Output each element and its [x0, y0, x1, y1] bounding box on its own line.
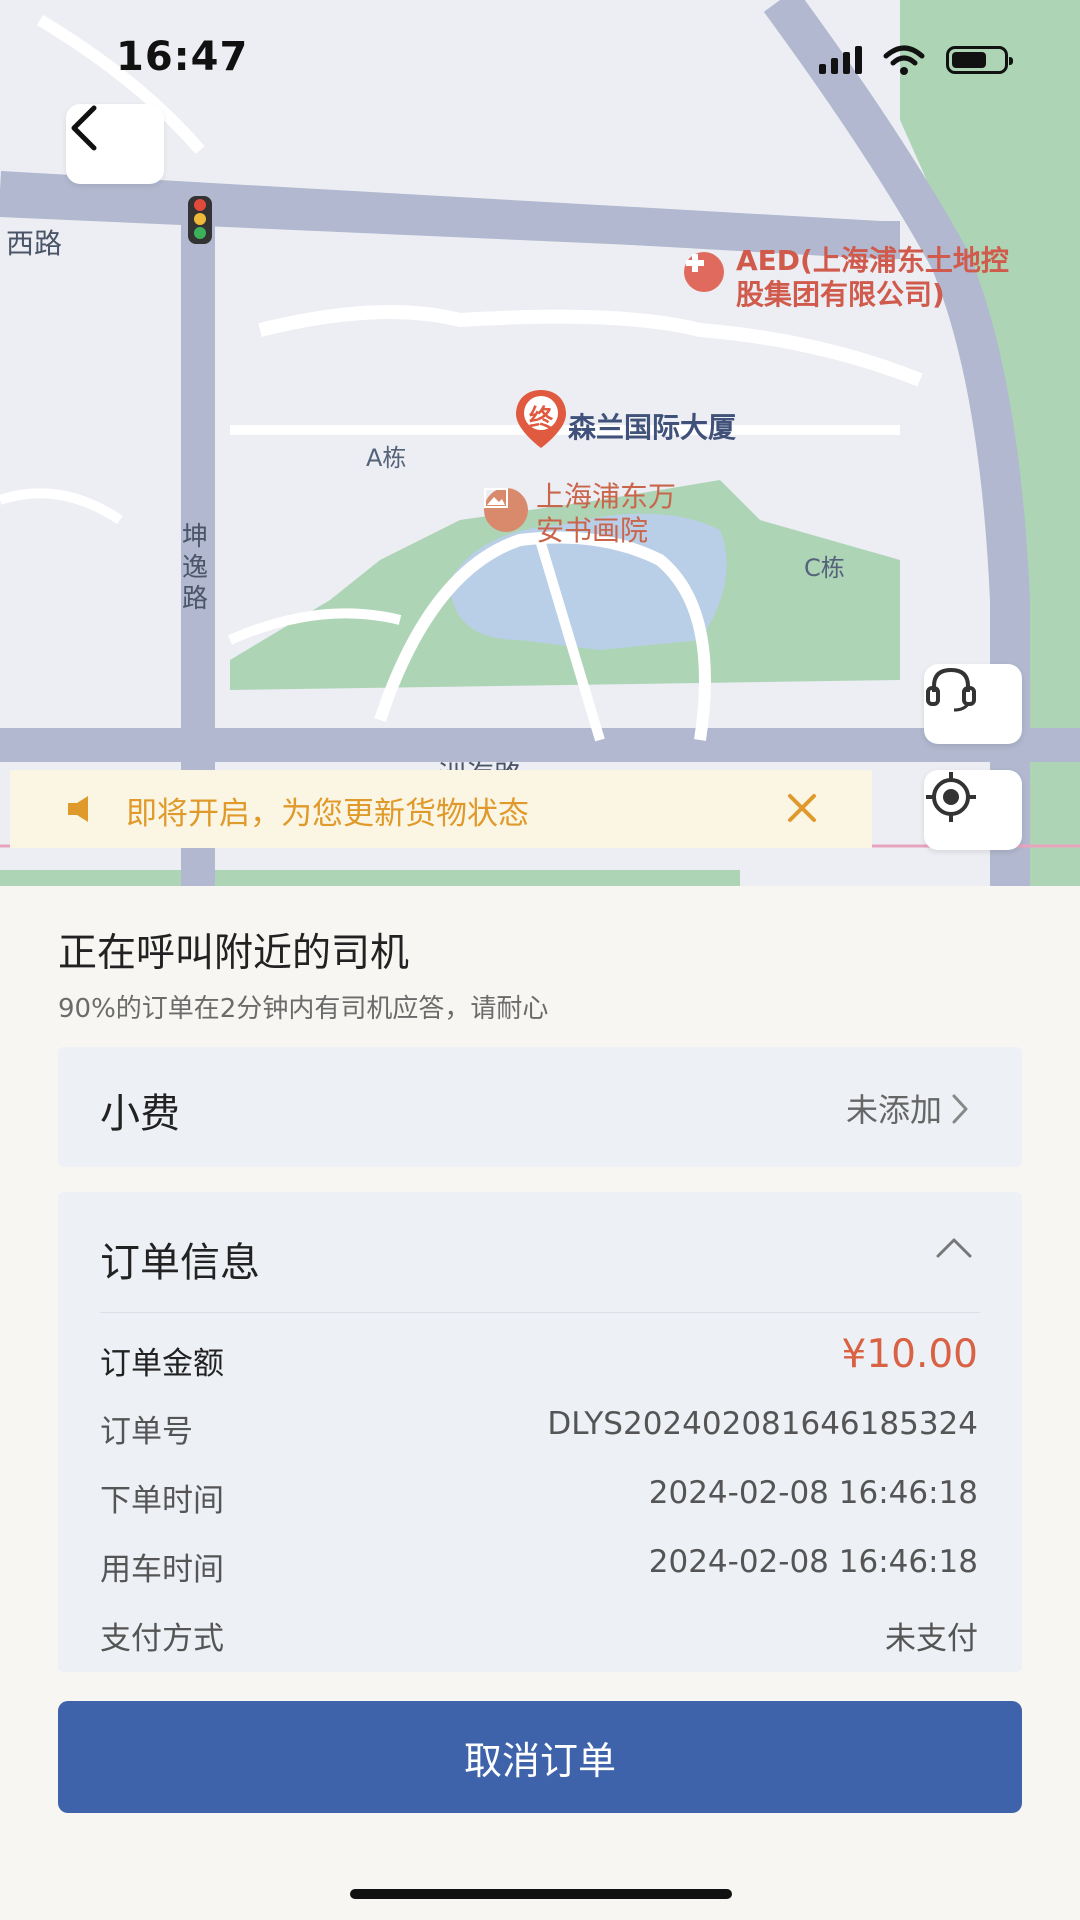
status-bar: 16:47: [0, 0, 1080, 110]
back-button[interactable]: [66, 104, 164, 184]
order-amount-label: 订单金额: [100, 1346, 224, 1382]
road-label-vertical: 坤逸路: [182, 522, 209, 614]
destination-marker-text: 终: [529, 404, 553, 432]
home-indicator: [350, 1889, 732, 1899]
notice-banner: 即将开启，为您更新货物状态: [10, 770, 872, 848]
headset-icon: [926, 667, 976, 712]
gallery-poi-label: 上海浦东万安书画院: [536, 480, 677, 547]
payment-method-value: 未支付: [885, 1621, 978, 1657]
calling-subtitle: 90%的订单在2分钟内有司机应答，请耐心: [58, 994, 549, 1024]
map-view[interactable]: 西路 坤逸路 洲海路 A栋 C栋 AED(上海浦东土地控股集团有限公司) 终 森…: [0, 0, 1080, 886]
gallery-icon: [484, 488, 528, 532]
chevron-up-icon[interactable]: [934, 1236, 974, 1260]
aed-hospital-icon: [684, 252, 724, 292]
battery-icon: [946, 46, 1013, 74]
order-time-label: 下单时间: [100, 1483, 224, 1519]
locate-me-button[interactable]: [924, 770, 1022, 850]
destination-name: 森兰国际大厦: [568, 411, 737, 444]
payment-method-label: 支付方式: [100, 1621, 224, 1657]
order-time-value: 2024-02-08 16:46:18: [648, 1475, 978, 1511]
cancel-order-button[interactable]: 取消订单: [58, 1701, 1022, 1813]
order-info-card: 订单信息 订单金额 ¥10.00 订单号 DLYS202402081646185…: [58, 1192, 1022, 1672]
close-icon[interactable]: [784, 790, 820, 826]
tip-value: 未添加: [845, 1091, 942, 1129]
order-info-title: 订单信息: [100, 1240, 260, 1286]
order-number-label: 订单号: [100, 1414, 193, 1450]
use-time-label: 用车时间: [100, 1552, 224, 1588]
cellular-signal-icon: [819, 46, 862, 74]
calling-title: 正在呼叫附近的司机: [58, 931, 410, 976]
wifi-icon: [883, 45, 925, 75]
road-label-west: 西路: [6, 227, 63, 260]
tip-label: 小费: [100, 1091, 180, 1137]
order-info-divider: [100, 1312, 980, 1313]
locate-icon: [926, 772, 976, 822]
traffic-light-icon: [188, 196, 212, 244]
building-c-label: C栋: [804, 554, 845, 582]
order-amount-value: ¥10.00: [841, 1332, 978, 1377]
tip-row[interactable]: 小费 未添加: [58, 1047, 1022, 1167]
aed-poi-label: AED(上海浦东土地控股集团有限公司): [736, 244, 1009, 311]
chevron-left-icon: [71, 105, 97, 151]
chevron-right-icon: [952, 1094, 968, 1124]
notice-text: 即将开启，为您更新货物状态: [126, 796, 529, 832]
order-number-value: DLYS20240208164618532​4: [547, 1406, 978, 1442]
use-time-value: 2024-02-08 16:46:18: [648, 1544, 978, 1580]
speaker-icon: [68, 796, 88, 822]
building-a-label: A栋: [366, 444, 407, 472]
status-time: 16:47: [116, 34, 249, 80]
customer-service-button[interactable]: [924, 664, 1022, 744]
status-icons: [819, 44, 1013, 76]
